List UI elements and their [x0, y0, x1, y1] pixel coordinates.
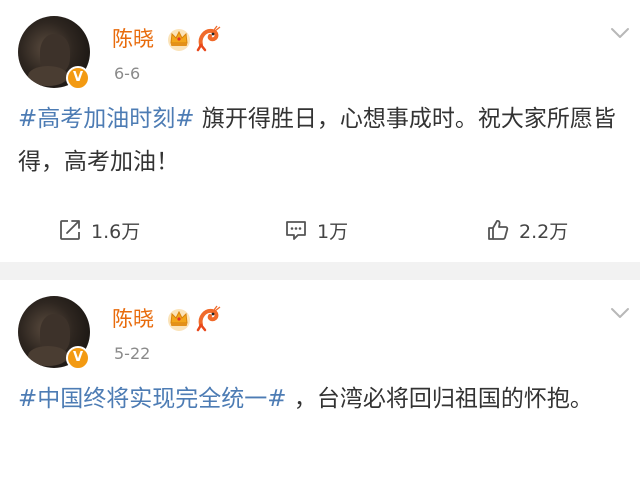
- username[interactable]: 陈晓: [112, 26, 154, 52]
- crown-icon: [168, 309, 190, 331]
- repost-count: 1.6万: [91, 220, 141, 243]
- hashtag-link[interactable]: #高考加油时刻#: [18, 106, 195, 132]
- shrimp-icon: [196, 25, 221, 52]
- chevron-down-icon[interactable]: [608, 304, 632, 322]
- comment-icon: [286, 221, 306, 240]
- avatar-hand: [28, 66, 68, 86]
- avatar-hand: [28, 346, 68, 366]
- repost-button[interactable]: 1.6万: [58, 212, 140, 248]
- chevron-down-icon[interactable]: [608, 24, 632, 42]
- post-date: 6-6: [114, 64, 141, 83]
- post-content: #中国终将实现完全统一# ，台湾必将回归祖国的怀抱。: [18, 378, 622, 421]
- verified-badge-icon: V: [66, 346, 90, 370]
- weibo-post[interactable]: V 陈晓 6-6 #高考加油时刻# 旗开得胜日，心想事成时。祝大家所愿皆得，高考…: [0, 0, 640, 262]
- repost-icon: [60, 220, 80, 240]
- like-button[interactable]: 2.2万: [486, 212, 568, 248]
- post-content: #高考加油时刻# 旗开得胜日，心想事成时。祝大家所愿皆得，高考加油！: [18, 98, 622, 184]
- shrimp-icon: [196, 305, 221, 332]
- post-separator: [0, 262, 640, 280]
- crown-icon: [168, 29, 190, 51]
- hashtag-link[interactable]: #中国终将实现完全统一#: [18, 386, 287, 412]
- comment-count: 1万: [317, 220, 349, 243]
- like-count: 2.2万: [519, 220, 569, 243]
- verified-badge-icon: V: [66, 66, 90, 90]
- comment-button[interactable]: 1万: [284, 212, 348, 248]
- action-bar: 1.6万 1万 2.2万: [0, 212, 640, 248]
- username[interactable]: 陈晓: [112, 306, 154, 332]
- weibo-post[interactable]: V 陈晓 5-22 #中国终将实现完全统一# ，台湾必将回归祖国的怀抱。: [0, 280, 640, 480]
- post-date: 5-22: [114, 344, 151, 363]
- post-text: ，台湾必将回归祖国的怀抱。: [286, 386, 593, 412]
- like-icon: [488, 220, 509, 240]
